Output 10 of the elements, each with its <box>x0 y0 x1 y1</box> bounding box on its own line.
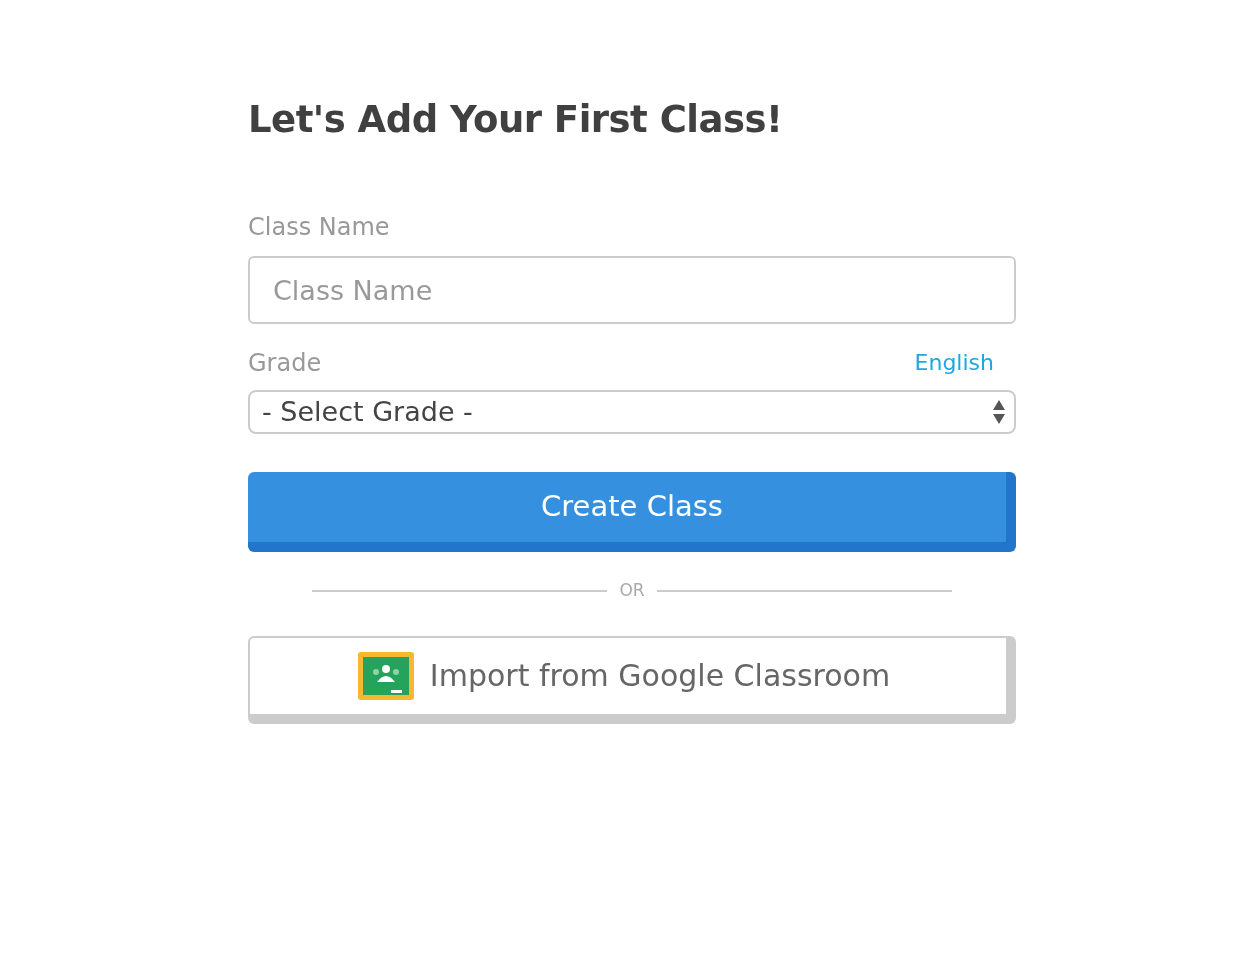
sort-arrows-icon <box>992 399 1006 425</box>
grade-select[interactable]: - Select Grade - <box>248 390 1016 434</box>
or-divider-text: OR <box>619 579 645 602</box>
page-title: Let's Add Your First Class! <box>248 98 783 142</box>
import-google-classroom-button[interactable]: Import from Google Classroom <box>248 635 1016 724</box>
create-class-button[interactable]: Create Class <box>248 472 1016 552</box>
field-label: Class Name <box>248 212 390 242</box>
class-name-field[interactable]: Class Name <box>248 256 1016 324</box>
field-label: Grade <box>248 348 322 378</box>
classroom-icon <box>357 651 414 700</box>
